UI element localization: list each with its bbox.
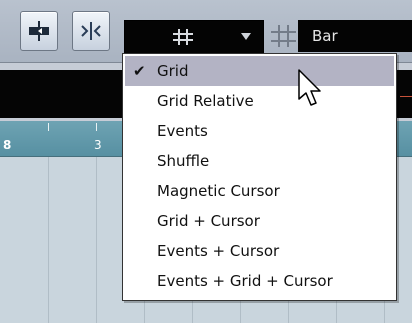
menu-item-label: Grid	[157, 62, 189, 80]
ruler-tick	[96, 123, 97, 131]
grid-line	[48, 157, 49, 323]
ruler-label: 3	[94, 138, 102, 152]
snap-zero-crossing-button[interactable]	[72, 11, 110, 51]
menu-item-events[interactable]: Events	[125, 116, 394, 146]
menu-item-label: Events + Cursor	[157, 242, 280, 260]
menu-item-grid-cursor[interactable]: Grid + Cursor	[125, 206, 394, 236]
snap-to-grid-icon	[29, 21, 49, 41]
quantize-value-field[interactable]: Bar	[298, 20, 412, 52]
grid-type-icon[interactable]	[268, 20, 298, 52]
mouse-pointer-icon	[298, 69, 321, 106]
ruler-tick	[48, 123, 49, 131]
menu-item-label: Events	[157, 122, 208, 140]
zero-crossing-icon	[81, 22, 101, 40]
ruler-label: 8	[3, 138, 12, 152]
menu-item-label: Events + Grid + Cursor	[157, 272, 333, 290]
menu-item-grid-relative[interactable]: Grid Relative	[125, 86, 394, 116]
menu-item-magnetic-cursor[interactable]: Magnetic Cursor	[125, 176, 394, 206]
chevron-down-icon	[241, 33, 251, 40]
menu-item-shuffle[interactable]: Shuffle	[125, 146, 394, 176]
level-indicator	[400, 96, 412, 97]
snap-type-dropdown[interactable]	[124, 20, 264, 54]
menu-item-label: Grid + Cursor	[157, 212, 260, 230]
checkmark-icon: ✔	[133, 62, 146, 80]
grid-line	[96, 157, 97, 323]
grid-icon	[173, 29, 193, 45]
menu-item-label: Magnetic Cursor	[157, 182, 280, 200]
menu-item-label: Grid Relative	[157, 92, 254, 110]
snap-toggle-button[interactable]	[20, 11, 58, 51]
menu-item-events-cursor[interactable]: Events + Cursor	[125, 236, 394, 266]
menu-item-events-grid-cursor[interactable]: Events + Grid + Cursor	[125, 266, 394, 296]
snap-type-menu: ✔ Grid Grid Relative Events Shuffle Magn…	[122, 53, 397, 301]
menu-item-label: Shuffle	[157, 152, 210, 170]
menu-item-grid[interactable]: ✔ Grid	[125, 56, 394, 86]
